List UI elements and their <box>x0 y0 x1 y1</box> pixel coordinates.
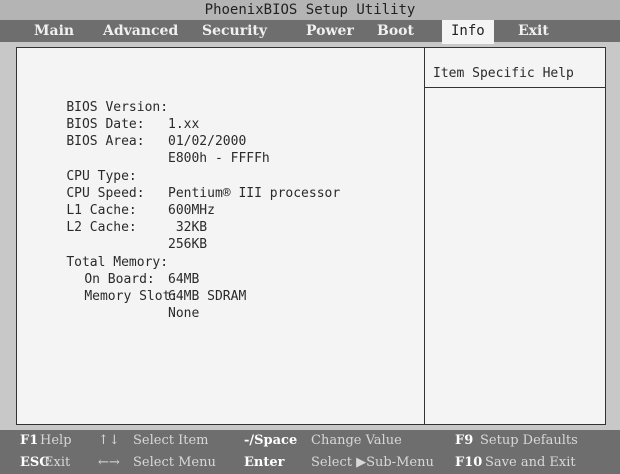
menu-exit[interactable]: Exit <box>518 20 549 42</box>
info-label: L2 Cache: <box>66 220 137 235</box>
window-title: PhoenixBIOS Setup Utility <box>0 0 620 20</box>
help-divider <box>424 87 605 88</box>
menu-info[interactable]: Info <box>442 20 494 44</box>
menu-bar: Main Advanced Security Power Boot Info E… <box>0 20 620 44</box>
up-down-arrows-icon: ↑↓ <box>98 433 120 448</box>
select-item-hint: Select Item <box>133 433 209 448</box>
info-value: E800h - FFFFh <box>168 151 270 166</box>
menu-boot[interactable]: Boot <box>377 20 414 42</box>
panel-divider <box>424 48 425 424</box>
exit-hint: Exit <box>44 455 71 470</box>
f1-key[interactable]: F1 <box>20 431 38 451</box>
info-row-memory-slot: Memory Slot: None <box>53 271 199 339</box>
menu-security[interactable]: Security <box>202 20 267 42</box>
info-value: 256KB <box>168 237 208 252</box>
info-panel: Item Specific Help BIOS Version: 1.xx BI… <box>16 47 606 425</box>
info-label: Memory Slot: <box>84 289 179 304</box>
f10-key[interactable]: F10 <box>455 453 482 473</box>
change-value-hint: Change Value <box>311 433 402 448</box>
item-specific-help-title: Item Specific Help <box>433 66 574 81</box>
status-bar: F1 Help ↑↓ Select Item -/Space Change Va… <box>0 430 620 474</box>
info-value: 64MB SDRAM <box>168 289 247 304</box>
enter-key[interactable]: Enter <box>244 453 285 473</box>
menu-advanced[interactable]: Advanced <box>103 20 178 42</box>
info-value: 01/02/2000 <box>168 134 247 149</box>
info-value: 600MHz <box>168 203 215 218</box>
info-value: 1.xx <box>168 117 200 132</box>
info-value: Pentium® III processor <box>168 186 341 201</box>
info-value: 32KB <box>168 220 208 235</box>
f9-key[interactable]: F9 <box>455 431 473 451</box>
info-value: None <box>168 306 200 321</box>
left-right-arrows-icon: ←→ <box>98 455 120 470</box>
setup-defaults-hint: Setup Defaults <box>480 433 578 448</box>
menu-main[interactable]: Main <box>34 20 74 42</box>
save-and-exit-hint: Save and Exit <box>485 455 576 470</box>
select-menu-hint: Select Menu <box>133 455 216 470</box>
info-label: BIOS Area: <box>66 134 145 149</box>
menu-power[interactable]: Power <box>306 20 354 42</box>
help-hint: Help <box>40 433 72 448</box>
select-submenu-hint: Select ▶Sub-Menu <box>311 455 434 470</box>
space-key[interactable]: -/Space <box>244 431 297 451</box>
